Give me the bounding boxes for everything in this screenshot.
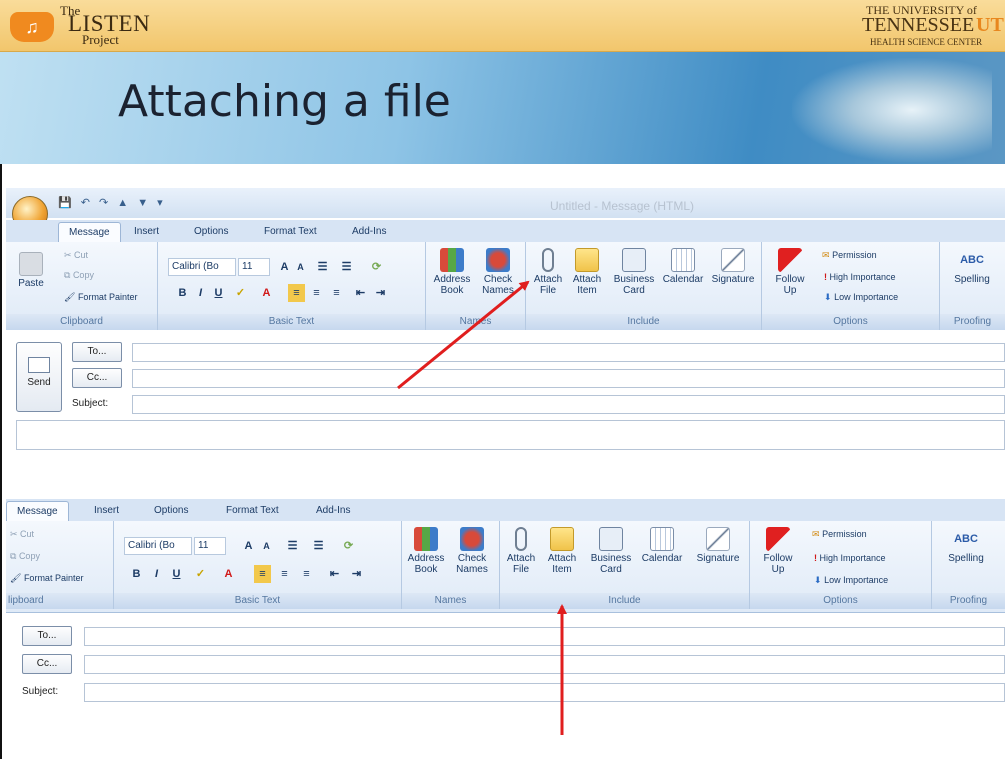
annotation-arrows bbox=[397, 280, 567, 735]
arrow-to-attach-file bbox=[397, 280, 530, 390]
slide-canvas: ♫ The LISTEN Project THE UNIVERSITY of T… bbox=[0, 0, 1005, 759]
